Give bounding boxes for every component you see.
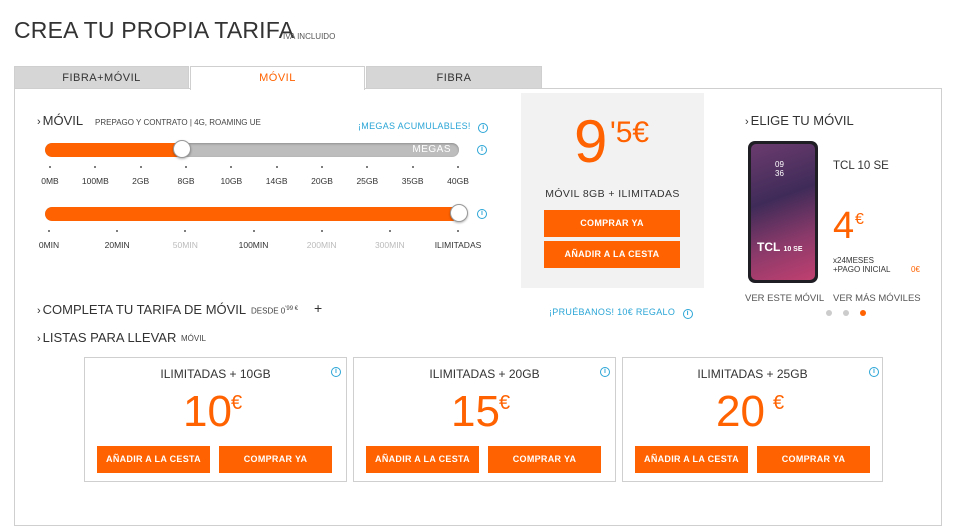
buy-now-button[interactable]: COMPRAR YA	[488, 446, 601, 473]
plan-card-name: ILIMITADAS + 10GB	[160, 367, 271, 381]
chevron-right-icon: ›	[37, 305, 41, 317]
page-title: CREA TU PROPIA TARIFA	[14, 17, 295, 43]
phone-image[interactable]: 09 36 TCL 10 SE	[748, 141, 818, 283]
info-icon[interactable]: i	[869, 367, 879, 377]
add-to-cart-button[interactable]: AÑADIR A LA CESTA	[544, 241, 680, 268]
plan-card-currency: €	[231, 392, 243, 414]
slider-tick-mark	[252, 230, 255, 232]
ready-plans-subtitle: MÓVIL	[181, 334, 206, 343]
data-slider-track[interactable]: MEGAS	[45, 143, 459, 157]
tab-fibra[interactable]: FIBRA	[366, 66, 542, 89]
plan-name: MÓVIL 8GB + ILIMITADAS	[545, 188, 680, 200]
minutes-slider-tick-label[interactable]: 0MIN	[24, 240, 74, 250]
phone-clock: 09 36	[775, 160, 784, 178]
slider-tick-mark	[457, 166, 459, 168]
chevron-right-icon: ›	[37, 333, 41, 345]
data-slider-tick-label[interactable]: 0MB	[25, 176, 75, 186]
slider-tick-mark	[457, 230, 459, 232]
view-phone-link[interactable]: VER ESTE MÓVIL	[745, 293, 824, 304]
slider-tick-mark	[321, 166, 323, 168]
complete-tariff-title[interactable]: › COMPLETA TU TARIFA DE MÓVIL	[37, 302, 246, 317]
data-slider-tick-label[interactable]: 40GB	[433, 176, 483, 186]
expand-plus-icon[interactable]: +	[314, 300, 322, 316]
add-to-cart-button[interactable]: AÑADIR A LA CESTA	[97, 446, 210, 473]
info-icon[interactable]: i	[477, 145, 487, 155]
more-phones-link[interactable]: VER MÁS MÓVILES	[833, 293, 921, 304]
add-to-cart-button[interactable]: AÑADIR A LA CESTA	[366, 446, 479, 473]
phone-price-currency: €	[855, 211, 864, 228]
data-slider-handle[interactable]	[172, 140, 191, 158]
minutes-slider-tick-label[interactable]: 100MIN	[229, 240, 279, 250]
carousel-dot[interactable]	[843, 310, 849, 316]
phone-screen: 09 36 TCL 10 SE	[751, 144, 815, 280]
plan-card-name: ILIMITADAS + 25GB	[697, 367, 808, 381]
slider-tick-mark	[411, 166, 414, 168]
data-slider-tick-label[interactable]: 20GB	[297, 176, 347, 186]
data-slider-tick-label[interactable]: 2GB	[116, 176, 166, 186]
minutes-slider-tick-label[interactable]: ILIMITADAS	[433, 240, 483, 250]
data-slider-fill	[45, 143, 182, 157]
minutes-slider-tick-label[interactable]: 50MIN	[160, 240, 210, 250]
buy-now-button[interactable]: COMPRAR YA	[757, 446, 870, 473]
phone-terms: x24MESES +PAGO INICIAL	[833, 256, 891, 274]
page-subtitle: IVA INCLUIDO	[283, 32, 336, 41]
chevron-right-icon: ›	[37, 116, 41, 128]
tab-fibra-movil[interactable]: FIBRA+MÓVIL	[14, 66, 189, 89]
data-slider-tick-label[interactable]: 35GB	[388, 176, 438, 186]
minutes-slider-tick-label[interactable]: 20MIN	[92, 240, 142, 250]
promo-link[interactable]: ¡PRUÉBANOS! 10€ REGALO i	[549, 302, 693, 320]
phone-screen-logo: TCL 10 SE	[757, 240, 803, 254]
carousel-dot[interactable]	[826, 310, 832, 316]
info-icon[interactable]: i	[478, 123, 489, 133]
movil-section-title: › MÓVIL	[37, 113, 84, 128]
plan-card-price: 15	[451, 387, 500, 436]
complete-from-price: DESDE 0'99 €	[251, 306, 299, 316]
chevron-right-icon: ›	[745, 116, 749, 128]
minutes-slider-fill	[45, 207, 459, 221]
price-decimal: '5€	[610, 116, 650, 149]
minutes-slider-track[interactable]	[45, 207, 459, 221]
data-slider-tick-label[interactable]: 8GB	[161, 176, 211, 186]
minutes-slider-tick-label[interactable]: 300MIN	[365, 240, 415, 250]
data-slider-tick-label[interactable]: 10GB	[206, 176, 256, 186]
plan-card-currency: €	[499, 392, 511, 414]
buy-now-button[interactable]: COMPRAR YA	[544, 210, 680, 237]
data-slider-tick-label[interactable]: 100MB	[70, 176, 120, 186]
data-slider-label: MEGAS	[412, 144, 451, 155]
info-icon[interactable]: i	[477, 209, 487, 219]
slider-tick-mark	[48, 230, 50, 232]
data-slider-tick-label[interactable]: 25GB	[342, 176, 392, 186]
slider-tick-mark	[275, 166, 278, 168]
data-slider-tick-label[interactable]: 14GB	[252, 176, 302, 186]
plan-card-price: 20	[716, 387, 765, 436]
slider-tick-mark	[320, 230, 323, 232]
plan-card-name: ILIMITADAS + 20GB	[429, 367, 540, 381]
phone-section-title: › ELIGE TU MÓVIL	[745, 113, 854, 128]
megas-acumulables-link[interactable]: ¡MEGAS ACUMULABLES! i	[358, 116, 489, 134]
info-icon[interactable]: i	[600, 367, 610, 377]
slider-tick-mark	[185, 166, 187, 168]
info-icon[interactable]: i	[331, 367, 341, 377]
buy-now-button[interactable]: COMPRAR YA	[219, 446, 332, 473]
carousel-dot-active[interactable]	[860, 310, 866, 316]
phone-model-name: TCL 10 SE	[833, 160, 889, 172]
minutes-slider-handle[interactable]	[450, 204, 468, 222]
plan-card-price: 10	[183, 387, 232, 436]
ready-plans-title: › LISTAS PARA LLEVAR	[37, 330, 177, 345]
info-icon[interactable]: i	[682, 309, 693, 319]
price-integer: 9	[574, 108, 608, 175]
slider-tick-mark	[139, 166, 142, 168]
slider-tick-mark	[388, 230, 391, 232]
plan-card-currency: €	[773, 392, 785, 414]
add-to-cart-button[interactable]: AÑADIR A LA CESTA	[635, 446, 748, 473]
tab-movil[interactable]: MÓVIL	[190, 66, 365, 90]
slider-tick-mark	[49, 166, 51, 168]
movil-subtitle: PREPAGO Y CONTRATO | 4G, ROAMING UE	[95, 118, 261, 127]
minutes-slider-tick-label[interactable]: 200MIN	[297, 240, 347, 250]
phone-price: 4	[833, 205, 855, 247]
phone-initial-payment: 0€	[911, 265, 920, 274]
